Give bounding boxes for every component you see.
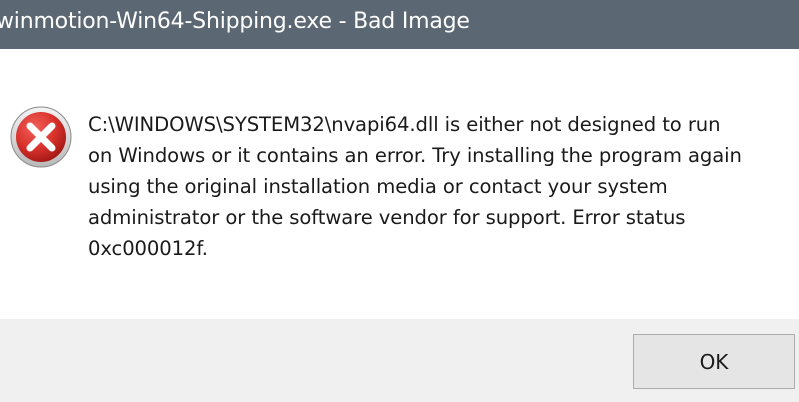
message-line: administrator or the software vendor for… bbox=[88, 206, 686, 229]
ok-button[interactable]: OK bbox=[633, 334, 795, 389]
dialog-content: C:\WINDOWS\SYSTEM32\nvapi64.dll is eithe… bbox=[0, 49, 799, 319]
title-bar[interactable]: winmotion-Win64-Shipping.exe - Bad Image bbox=[0, 0, 799, 49]
error-message: C:\WINDOWS\SYSTEM32\nvapi64.dll is eithe… bbox=[88, 109, 788, 264]
error-icon bbox=[9, 105, 73, 169]
dialog-footer: OK bbox=[0, 319, 799, 402]
message-line: 0xc000012f. bbox=[88, 237, 208, 260]
message-line: using the original installation media or… bbox=[88, 175, 668, 198]
window-title: winmotion-Win64-Shipping.exe - Bad Image bbox=[0, 9, 470, 34]
message-line: on Windows or it contains an error. Try … bbox=[88, 144, 742, 167]
message-line: C:\WINDOWS\SYSTEM32\nvapi64.dll is eithe… bbox=[88, 113, 721, 136]
error-dialog-window: winmotion-Win64-Shipping.exe - Bad Image bbox=[0, 0, 799, 402]
